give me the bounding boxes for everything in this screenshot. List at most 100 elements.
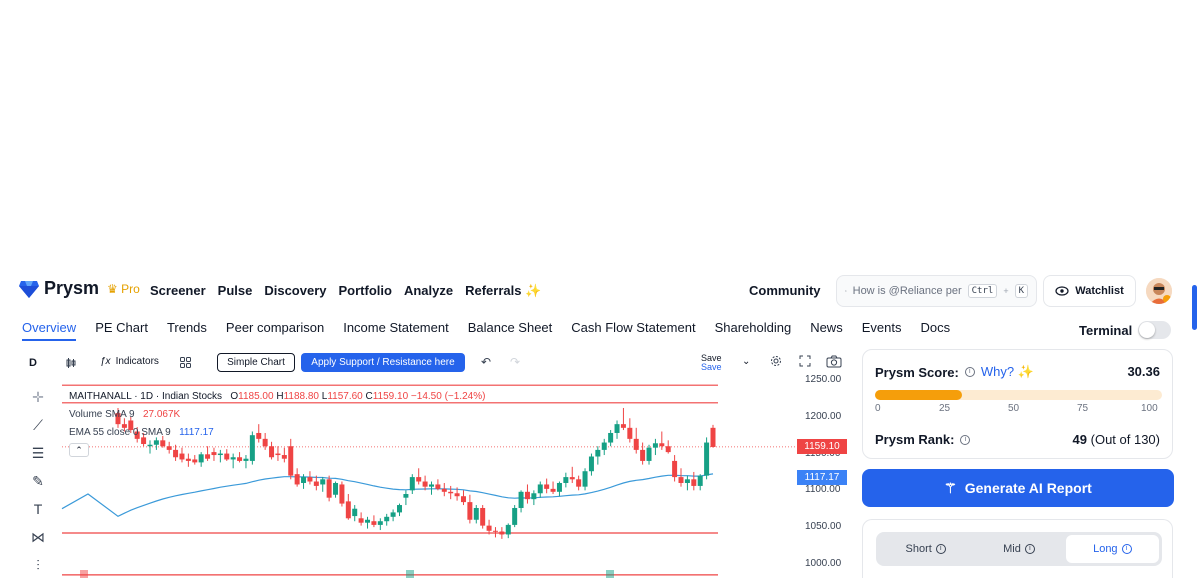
watchlist-button[interactable]: Watchlist xyxy=(1043,275,1136,307)
tab-income-statement[interactable]: Income Statement xyxy=(343,320,449,341)
nav-community[interactable]: Community xyxy=(749,283,821,298)
gear-icon[interactable] xyxy=(770,355,782,367)
candle-body xyxy=(659,443,665,447)
chevron-down-icon[interactable]: ⌄ xyxy=(742,356,750,367)
legend-symbol-row: MAITHANALL · 1D · Indian Stocks O1185.00… xyxy=(69,388,485,406)
tab-peer-comparison[interactable]: Peer comparison xyxy=(226,320,324,341)
info-icon: i xyxy=(1121,544,1132,554)
measure-tool-icon[interactable]: ⫶ xyxy=(30,557,46,573)
term-short[interactable]: Short i xyxy=(879,535,972,563)
fib-lines-icon[interactable]: ☰ xyxy=(30,445,46,461)
text-tool-icon[interactable]: T xyxy=(30,501,46,517)
nav-pulse[interactable]: Pulse xyxy=(218,283,253,299)
tab-shareholding[interactable]: Shareholding xyxy=(715,320,792,341)
nav-referrals[interactable]: Referrals ✨ xyxy=(465,283,541,299)
price-axis-label: 1100.00 xyxy=(805,484,841,496)
tab-balance-sheet[interactable]: Balance Sheet xyxy=(468,320,553,341)
brush-icon[interactable]: ✎ xyxy=(30,473,46,489)
search-input[interactable]: How is @Reliance per xyxy=(853,285,962,297)
generate-ai-report-button[interactable]: ⚚ Generate AI Report xyxy=(862,469,1174,507)
candle-body xyxy=(365,519,371,523)
ema-price-tag: 1117.17 xyxy=(797,470,847,486)
last-price-tag: 1159.10 xyxy=(797,439,847,455)
candle-body xyxy=(697,475,703,486)
candle-body xyxy=(537,484,543,494)
tick-0: 0 xyxy=(875,403,881,414)
pro-badge: ♛ Pro xyxy=(107,281,140,296)
tab-news[interactable]: News xyxy=(810,320,843,341)
sparkle-icon: ✨ xyxy=(1017,364,1034,379)
candle-body xyxy=(544,484,550,489)
candle-body xyxy=(518,491,524,508)
legend-ema-row[interactable]: EMA 55 close 0 SMA 9 1117.17 xyxy=(69,424,485,442)
undo-icon[interactable]: ↶ xyxy=(481,355,491,369)
tab-cash-flow[interactable]: Cash Flow Statement xyxy=(571,320,695,341)
interval-selector[interactable]: D xyxy=(29,357,37,369)
info-icon[interactable]: i xyxy=(964,367,975,377)
nav-analyze[interactable]: Analyze xyxy=(404,283,453,299)
watchlist-label: Watchlist xyxy=(1075,285,1124,297)
nav-discovery[interactable]: Discovery xyxy=(264,283,326,299)
user-avatar-icon xyxy=(1146,278,1172,304)
legend-h-key: H xyxy=(276,391,284,402)
info-icon[interactable]: i xyxy=(960,434,971,445)
candle-body xyxy=(640,449,646,461)
candle-body xyxy=(710,427,716,447)
tab-overview[interactable]: Overview xyxy=(22,320,77,341)
legend-ema-value: 1117.17 xyxy=(179,427,214,438)
tick-50: 50 xyxy=(1008,403,1020,414)
why-label: Why? xyxy=(980,364,1015,379)
trendline-icon[interactable]: ⟋ xyxy=(30,417,46,433)
candle-body xyxy=(345,501,351,519)
candle-body xyxy=(665,446,671,453)
legend-o-key: O xyxy=(230,391,239,402)
nav-screener[interactable]: Screener xyxy=(150,283,206,299)
avatar[interactable] xyxy=(1146,278,1172,304)
eye-icon xyxy=(1055,286,1069,296)
legend-collapse-row: ⌃ xyxy=(69,442,485,460)
candle-body xyxy=(320,479,326,485)
candle-body xyxy=(403,494,409,498)
tab-trends[interactable]: Trends xyxy=(167,320,207,341)
tab-docs[interactable]: Docs xyxy=(920,320,950,341)
candle-body xyxy=(460,496,466,503)
candle-body xyxy=(397,505,403,513)
apply-support-resistance-button[interactable]: Apply Support / Resistance here xyxy=(301,353,465,372)
redo-icon[interactable]: ↷ xyxy=(510,355,520,369)
simple-chart-button[interactable]: Simple Chart xyxy=(217,353,295,372)
term-long[interactable]: Long i xyxy=(1065,535,1159,563)
legend-volume-row[interactable]: Volume SMA 9 27.067K xyxy=(69,406,485,424)
term-mid[interactable]: Mid i xyxy=(972,535,1065,563)
tab-pe-chart[interactable]: PE Chart xyxy=(95,320,148,341)
volume-bar xyxy=(406,570,414,578)
term-long-label: Long xyxy=(1093,543,1118,555)
section-tabs: Overview PE Chart Trends Peer comparison… xyxy=(22,320,950,341)
tab-events[interactable]: Events xyxy=(862,320,902,341)
search-box[interactable]: How is @Reliance per Ctrl + K xyxy=(836,275,1037,307)
volume-bar xyxy=(606,570,614,578)
score-bar xyxy=(875,390,1162,400)
camera-icon[interactable] xyxy=(826,355,842,368)
nav-portfolio[interactable]: Portfolio xyxy=(339,283,392,299)
templates-grid-icon[interactable] xyxy=(180,357,191,368)
logo[interactable]: Prysm ♛ Pro xyxy=(18,278,140,299)
fullscreen-icon[interactable] xyxy=(799,355,811,367)
candle-body xyxy=(704,442,710,476)
candle-body xyxy=(307,477,313,482)
candle-type-icon[interactable] xyxy=(65,357,77,369)
magic-wand-icon: ⚚ xyxy=(944,479,957,496)
crosshair-icon[interactable]: ✛ xyxy=(30,389,46,405)
page-scrollbar[interactable] xyxy=(1192,285,1197,330)
save-button[interactable]: Save Save xyxy=(701,354,722,372)
terminal-toggle[interactable] xyxy=(1138,321,1172,339)
candle-body xyxy=(608,432,614,443)
candle-body xyxy=(620,424,626,428)
collapse-legend-button[interactable]: ⌃ xyxy=(69,443,89,457)
why-link[interactable]: Why? ✨ xyxy=(981,364,1034,380)
pattern-tool-icon[interactable]: ⋈ xyxy=(30,529,46,545)
indicators-button[interactable]: ƒx Indicators xyxy=(100,356,159,367)
candle-body xyxy=(582,471,588,487)
candle-body xyxy=(326,479,332,498)
candle-body xyxy=(480,507,486,526)
candle-body xyxy=(672,460,678,478)
